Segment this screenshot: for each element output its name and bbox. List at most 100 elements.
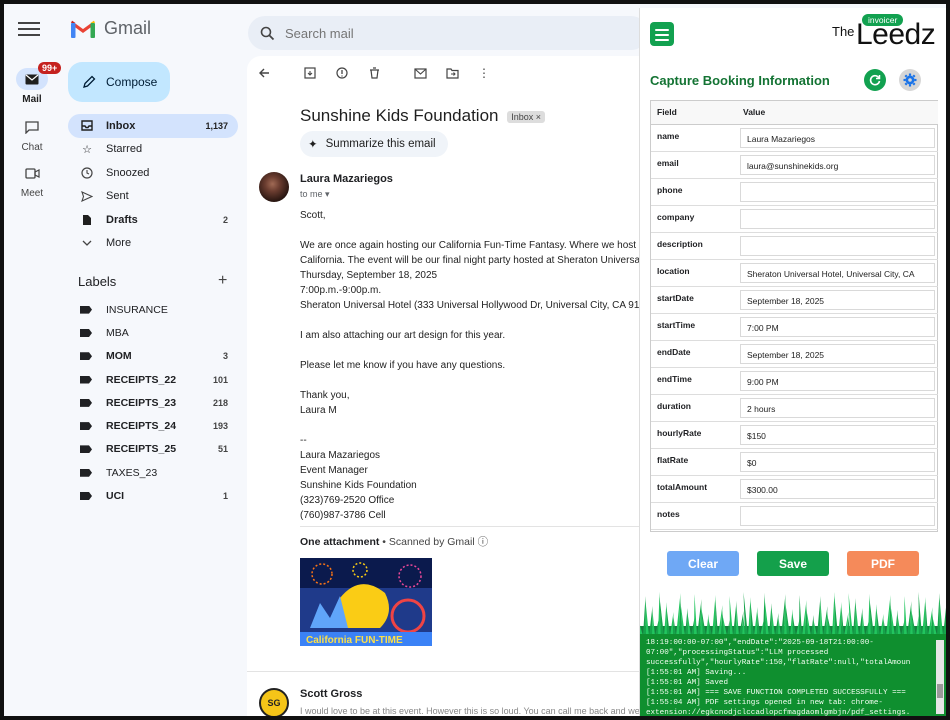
- add-label-button[interactable]: +: [218, 272, 227, 290]
- field-value-input[interactable]: $0: [740, 451, 935, 472]
- summarize-button[interactable]: ✦ Summarize this email: [300, 131, 448, 157]
- field-value-input[interactable]: laura@sunshinekids.org: [740, 154, 935, 175]
- rail-mail[interactable]: 99+ Mail: [4, 62, 62, 105]
- divider: [247, 671, 647, 672]
- clear-button[interactable]: Clear: [667, 551, 739, 576]
- rail-meet[interactable]: Meet: [4, 162, 60, 199]
- table-row: flatRate $0: [651, 448, 938, 476]
- field-value-input[interactable]: September 18, 2025: [740, 343, 935, 364]
- label-mom[interactable]: MOM 3: [68, 345, 238, 368]
- folder-nav: Inbox 1,137 ☆ Starred Snoozed Sent Draft…: [68, 114, 238, 255]
- activity-log[interactable]: 18:19:00:00-07:00","endDate":"2025-09-18…: [640, 634, 946, 716]
- field-value-input[interactable]: 2 hours: [740, 397, 935, 418]
- field-value-input[interactable]: 9:00 PM: [740, 370, 935, 391]
- recipient-details[interactable]: to me ▾: [300, 189, 330, 200]
- field-value-input[interactable]: [740, 235, 935, 256]
- screen-frame: 99+ Mail Chat Meet Gmail Search mail Com…: [0, 0, 950, 720]
- table-row: notes: [651, 502, 938, 530]
- search-icon[interactable]: [260, 26, 275, 41]
- inbox-chip[interactable]: Inbox ×: [507, 110, 545, 123]
- label-uci[interactable]: UCI 1: [68, 484, 238, 507]
- label-receipts-23[interactable]: RECEIPTS_23 218: [68, 391, 238, 414]
- rail-chat[interactable]: Chat: [4, 116, 60, 153]
- gmail-logo[interactable]: Gmail: [70, 18, 151, 39]
- panel-title: Capture Booking Information: [650, 73, 830, 88]
- search-bar[interactable]: [248, 16, 648, 50]
- search-input[interactable]: [285, 25, 585, 41]
- field-value-cell: [737, 502, 938, 530]
- scan-status: • Scanned by Gmail ⓘ: [382, 536, 489, 548]
- next-sender-name[interactable]: Scott Gross: [300, 688, 362, 700]
- label-name: RECEIPTS_24: [106, 420, 177, 433]
- star-icon: ☆: [82, 143, 92, 156]
- email-body-line: [300, 313, 645, 328]
- pdf-button[interactable]: PDF: [847, 551, 919, 576]
- field-name: description: [651, 232, 737, 260]
- field-value-input[interactable]: Sheraton Universal Hotel, Universal City…: [740, 262, 935, 283]
- field-name: email: [651, 151, 737, 179]
- field-value-input[interactable]: Laura Mazariegos: [740, 127, 935, 148]
- label-receipts-24[interactable]: RECEIPTS_24 193: [68, 414, 238, 437]
- nav-item-more[interactable]: More: [68, 232, 238, 256]
- label-insurance[interactable]: INSURANCE: [68, 298, 238, 321]
- table-row: name Laura Mazariegos: [651, 124, 938, 152]
- save-button[interactable]: Save: [757, 551, 829, 576]
- scrollbar-thumb[interactable]: [937, 684, 943, 698]
- field-value-input[interactable]: [740, 208, 935, 229]
- label-tag-icon: [80, 422, 92, 431]
- sender-avatar[interactable]: [259, 172, 289, 202]
- email-body-line: Sunshine Kids Foundation: [300, 480, 417, 491]
- archive-icon[interactable]: [303, 66, 317, 80]
- label-receipts-22[interactable]: RECEIPTS_22 101: [68, 368, 238, 391]
- label-tag-icon: [80, 305, 92, 314]
- field-name: startDate: [651, 286, 737, 314]
- nav-item-drafts[interactable]: Drafts 2: [68, 208, 238, 232]
- thumbnail-text: California FUN-TIME: [306, 635, 403, 646]
- log-line: 07:00","processingStatus":"LLM processed: [646, 649, 829, 657]
- label-name: RECEIPTS_25: [106, 443, 177, 456]
- refresh-icon[interactable]: [864, 69, 886, 91]
- move-to-folder-icon[interactable]: [445, 66, 459, 80]
- sender-name[interactable]: Laura Mazariegos: [300, 173, 393, 185]
- email-body-line: California. The event will be our final …: [300, 255, 647, 266]
- field-value-input[interactable]: September 18, 2025: [740, 289, 935, 310]
- email-body-line: Scott,: [300, 210, 326, 221]
- next-message-preview[interactable]: I would love to be at this event. Howeve…: [300, 706, 640, 716]
- field-value-input[interactable]: $300.00: [740, 478, 935, 499]
- field-value-input[interactable]: 7:00 PM: [740, 316, 935, 337]
- nav-item-sent[interactable]: Sent: [68, 185, 238, 209]
- email-body-line: [300, 223, 645, 238]
- label-mba[interactable]: MBA: [68, 321, 238, 344]
- app-rail: 99+ Mail Chat Meet: [4, 4, 62, 716]
- email-body-line: I am also attaching our art design for t…: [300, 330, 506, 341]
- nav-item-snoozed[interactable]: Snoozed: [68, 161, 238, 185]
- field-name: endTime: [651, 367, 737, 395]
- trash-icon[interactable]: [367, 66, 381, 80]
- log-scrollbar[interactable]: [936, 640, 944, 714]
- attachment-thumbnail[interactable]: California FUN-TIME: [300, 558, 432, 646]
- email-body-line: Please let me know if you have any quest…: [300, 360, 506, 371]
- extension-menu-icon[interactable]: [650, 22, 674, 46]
- rail-mail-label: Mail: [22, 94, 42, 105]
- compose-button[interactable]: Compose: [68, 62, 170, 102]
- sender-avatar[interactable]: SG: [259, 688, 289, 716]
- video-icon: [16, 162, 48, 184]
- rail-chat-label: Chat: [21, 142, 43, 153]
- back-arrow-icon[interactable]: [257, 66, 271, 80]
- label-taxes-23[interactable]: TAXES_23: [68, 461, 238, 484]
- field-name: duration: [651, 394, 737, 422]
- field-value-input[interactable]: $150: [740, 424, 935, 445]
- more-vert-icon[interactable]: ⋮: [477, 66, 491, 80]
- field-value-input[interactable]: [740, 181, 935, 202]
- main-menu-icon[interactable]: [18, 18, 40, 40]
- mark-unread-icon[interactable]: [413, 66, 427, 80]
- report-spam-icon[interactable]: [335, 66, 349, 80]
- nav-item-inbox[interactable]: Inbox 1,137: [68, 114, 238, 138]
- field-value-input[interactable]: [740, 505, 935, 526]
- field-value-cell: [737, 232, 938, 260]
- brand-the: The: [832, 24, 855, 39]
- label-receipts-25[interactable]: RECEIPTS_25 51: [68, 438, 238, 461]
- email-body-line: [300, 373, 645, 388]
- gear-icon[interactable]: [899, 69, 921, 91]
- nav-item-starred[interactable]: ☆ Starred: [68, 138, 238, 162]
